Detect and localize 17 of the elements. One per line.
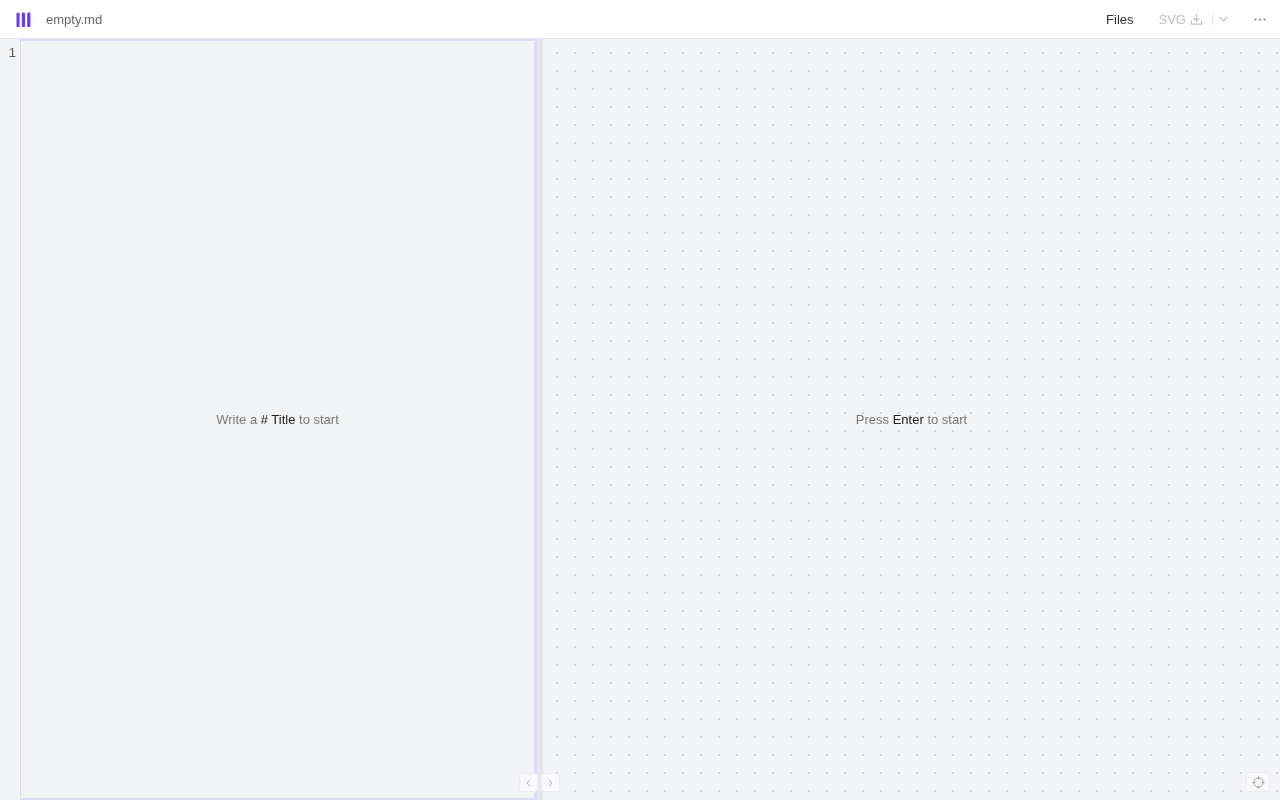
chevron-down-icon (1219, 16, 1228, 22)
chevron-right-icon (548, 778, 553, 787)
download-icon (1190, 12, 1203, 26)
file-name: empty.md (46, 11, 103, 27)
files-button[interactable]: Files (1098, 6, 1142, 32)
logo-icon (16, 11, 31, 27)
recenter-button[interactable] (1246, 772, 1270, 792)
crosshair-icon (1251, 775, 1265, 789)
more-icon (1254, 17, 1266, 21)
pane-resize-handle[interactable] (537, 39, 543, 800)
collapse-left-button[interactable] (519, 773, 538, 792)
editor-field[interactable]: Write a # Title to start (20, 39, 537, 800)
line-number: 1 (7, 45, 17, 60)
editor-empty-hint: Write a # Title to start (216, 412, 339, 427)
collapse-right-button[interactable] (541, 773, 560, 792)
canvas-empty-hint: Press Enter to start (855, 412, 968, 427)
chevron-left-icon (526, 778, 531, 787)
